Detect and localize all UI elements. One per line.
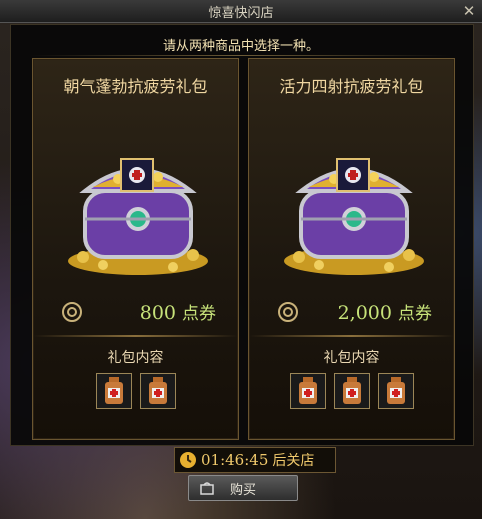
product-card-1[interactable]: 朝气蓬勃抗疲劳礼包 800 点券 礼包内容	[32, 58, 239, 440]
buy-button[interactable]: 购买	[188, 475, 298, 501]
potion-icon	[386, 377, 405, 404]
price-unit: 点券	[182, 304, 216, 324]
title-bar[interactable]: 惊喜快闪店 ✕	[0, 0, 482, 23]
timer-suffix: 后关店	[272, 453, 315, 469]
item-slot[interactable]	[95, 373, 132, 409]
product-card-2[interactable]: 活力四射抗疲劳礼包 2,000 点券 礼包内容	[248, 58, 455, 440]
item-slot[interactable]	[289, 373, 326, 409]
item-slot[interactable]	[139, 373, 176, 409]
treasure-chest-icon	[68, 158, 208, 275]
timer-text: 01:46:45 后关店	[201, 450, 314, 470]
card-divider	[33, 335, 238, 337]
price-row: 800 点券	[33, 299, 238, 327]
product-name: 活力四射抗疲劳礼包	[279, 77, 424, 96]
potion-icon	[148, 377, 167, 404]
potion-icon	[104, 377, 123, 404]
price-value: 2,000	[337, 302, 392, 324]
coupon-currency-icon	[278, 302, 298, 322]
price-unit: 点券	[398, 304, 432, 324]
potion-icon	[298, 377, 317, 404]
product-name: 朝气蓬勃抗疲劳礼包	[63, 77, 208, 96]
buy-button-label: 购买	[229, 483, 256, 498]
price-value: 800	[139, 302, 176, 324]
clock-icon	[180, 452, 196, 468]
price-row: 2,000 点券	[249, 299, 454, 327]
package-items	[33, 373, 238, 409]
prompt-divider	[30, 55, 452, 56]
item-slot[interactable]	[377, 373, 414, 409]
flash-shop-window: 惊喜快闪店 ✕ 请从两种商品中选择一种。 朝气蓬勃抗疲劳礼包 800 点券 礼包…	[0, 0, 482, 519]
price: 800 点券	[140, 299, 216, 324]
item-slot[interactable]	[333, 373, 370, 409]
potion-icon	[342, 377, 361, 404]
package-contents-label: 礼包内容	[107, 350, 164, 366]
package-items	[249, 373, 454, 409]
price: 2,000 点券	[338, 299, 432, 324]
coupon-currency-icon	[62, 302, 82, 322]
treasure-chest-icon	[284, 158, 424, 275]
package-contents-label: 礼包内容	[323, 350, 380, 366]
window-title: 惊喜快闪店	[208, 6, 274, 21]
card-divider	[249, 335, 454, 337]
close-button[interactable]: ✕	[460, 2, 478, 20]
timer-value: 01:46:45	[201, 451, 269, 469]
closing-timer: 01:46:45 后关店	[174, 447, 336, 473]
selection-prompt: 请从两种商品中选择一种。	[162, 39, 319, 54]
